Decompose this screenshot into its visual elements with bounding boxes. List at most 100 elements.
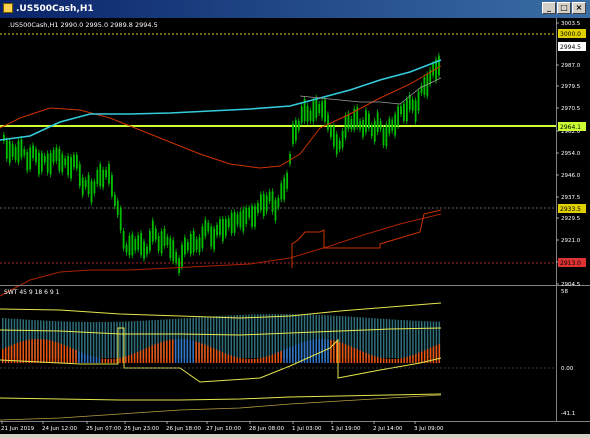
histogram-bar-teal (98, 321, 101, 358)
histogram-bar-blue (295, 344, 297, 363)
histogram-bar-orange (63, 344, 66, 363)
price-axis[interactable]: 3003.52987.02979.52970.52962.02954.02946… (556, 21, 581, 288)
candle-body (17, 140, 20, 163)
price-label-level[interactable]: 3000.0 (558, 29, 586, 38)
candle-body (151, 220, 154, 242)
histogram-bar-orange (72, 348, 74, 363)
histogram-bar-orange (230, 355, 233, 363)
time-tick-label: 28 Jun 08:00 (249, 426, 284, 432)
histogram-bar-teal (262, 314, 265, 358)
candle-body (99, 164, 102, 187)
candle-body (93, 181, 96, 194)
candle-body (335, 134, 338, 155)
histogram-bar-orange (195, 341, 197, 363)
minimize-button[interactable]: _ (542, 2, 556, 14)
histogram-bar-blue (300, 342, 303, 363)
candle-body (46, 153, 49, 173)
candle-body (347, 113, 350, 129)
candle-body (379, 120, 382, 130)
candle-body (376, 112, 379, 133)
price-tick-label: 2979.5 (561, 84, 581, 90)
histogram-bar-teal (227, 315, 230, 358)
candle-body (11, 144, 14, 157)
candle-body (157, 236, 160, 251)
histogram-bar-blue (180, 339, 183, 363)
candle-body (64, 158, 67, 166)
histogram-bar-orange (45, 339, 48, 363)
candle-body (227, 218, 230, 228)
histogram-bar-teal (394, 319, 397, 358)
histogram-bar-teal (391, 319, 394, 358)
candle-body (160, 231, 163, 254)
histogram-bar-orange (400, 358, 402, 363)
histogram-bar-blue (324, 339, 326, 363)
maximize-button[interactable]: □ (557, 2, 571, 14)
histogram-bar-blue (86, 354, 89, 363)
histogram-bar-teal (371, 318, 373, 358)
histogram-bar-orange (409, 356, 411, 363)
candle-body (327, 114, 329, 130)
candle-body (330, 126, 332, 138)
histogram-bar-teal (409, 320, 411, 358)
candle-body (186, 241, 189, 251)
price-label-current[interactable]: 2994.5 (558, 42, 586, 51)
candle-body (382, 128, 385, 146)
candle-body (388, 118, 391, 134)
candle-body (426, 74, 429, 97)
candle-body (309, 110, 312, 121)
histogram-bar-orange (130, 354, 133, 363)
histogram-bar-orange (125, 356, 127, 363)
histogram-bar-teal (382, 318, 385, 358)
histogram-bar-teal (365, 317, 367, 358)
window-titlebar[interactable]: .US500Cash,H1 _ □ × (0, 0, 590, 18)
candle-body (394, 114, 397, 136)
candle-body (201, 226, 204, 249)
svg-text:2994.5: 2994.5 (560, 44, 581, 51)
price-label-red-level[interactable]: 2913.0 (558, 258, 586, 267)
histogram-bar-orange (2, 349, 4, 363)
svg-text:3000.0: 3000.0 (560, 31, 581, 38)
candle-body (242, 209, 245, 232)
chart-area[interactable]: .US500Cash,H1 2990.0 2995.0 2989.8 2994.… (0, 18, 590, 434)
candle-body (248, 208, 251, 218)
time-tick-label: 27 Jun 10:00 (206, 426, 241, 432)
histogram-bar-teal (107, 321, 109, 358)
chart-svg[interactable]: .US500Cash,H1 2990.0 2995.0 2989.8 2994.… (0, 18, 590, 434)
histogram-bar-teal (403, 320, 405, 358)
candle-body (338, 140, 341, 150)
histogram-bar-blue (327, 339, 329, 363)
histogram-bar-orange (210, 347, 212, 363)
histogram-bar-blue (81, 352, 83, 363)
histogram-bar-orange (403, 357, 405, 363)
candle-body (283, 177, 286, 200)
histogram-bar-orange (48, 340, 51, 363)
histogram-bar-teal (277, 314, 279, 358)
histogram-bar-orange (253, 358, 256, 363)
histogram-bar-teal (110, 321, 112, 358)
histogram-bar-orange (245, 358, 247, 363)
candle-body (184, 237, 186, 255)
price-label-lower-level[interactable]: 2933.5 (558, 204, 586, 213)
histogram-bar-orange (107, 358, 109, 363)
histogram-bar-blue (174, 339, 177, 363)
histogram-bar-teal (92, 321, 95, 358)
histogram-bar-orange (110, 358, 112, 363)
histogram-bar-teal (127, 321, 130, 358)
histogram-bar-orange (19, 341, 22, 363)
price-pane[interactable] (0, 33, 556, 297)
histogram-bar-blue (286, 348, 288, 363)
histogram-bar-orange (154, 344, 156, 363)
price-tick-label: 2954.0 (561, 151, 581, 157)
time-axis[interactable]: 21 Jun 2019 24 Jun 12:00 25 Jun 07:00 25 Ju… (1, 421, 444, 432)
histogram-bar-orange (54, 341, 57, 363)
price-label-horizontal-line[interactable]: 2964.1 (558, 122, 586, 131)
price-tick-label: 2946.0 (561, 173, 581, 179)
close-button[interactable]: × (572, 2, 586, 14)
candle-body (414, 100, 417, 122)
candle-body (344, 115, 347, 138)
candle-body (341, 130, 344, 148)
histogram-bar-orange (218, 350, 221, 363)
candle-body (385, 124, 388, 147)
indicator-pane[interactable]: SWT 45 9 18 6 9 1 (0, 289, 556, 421)
candle-body (391, 119, 394, 131)
